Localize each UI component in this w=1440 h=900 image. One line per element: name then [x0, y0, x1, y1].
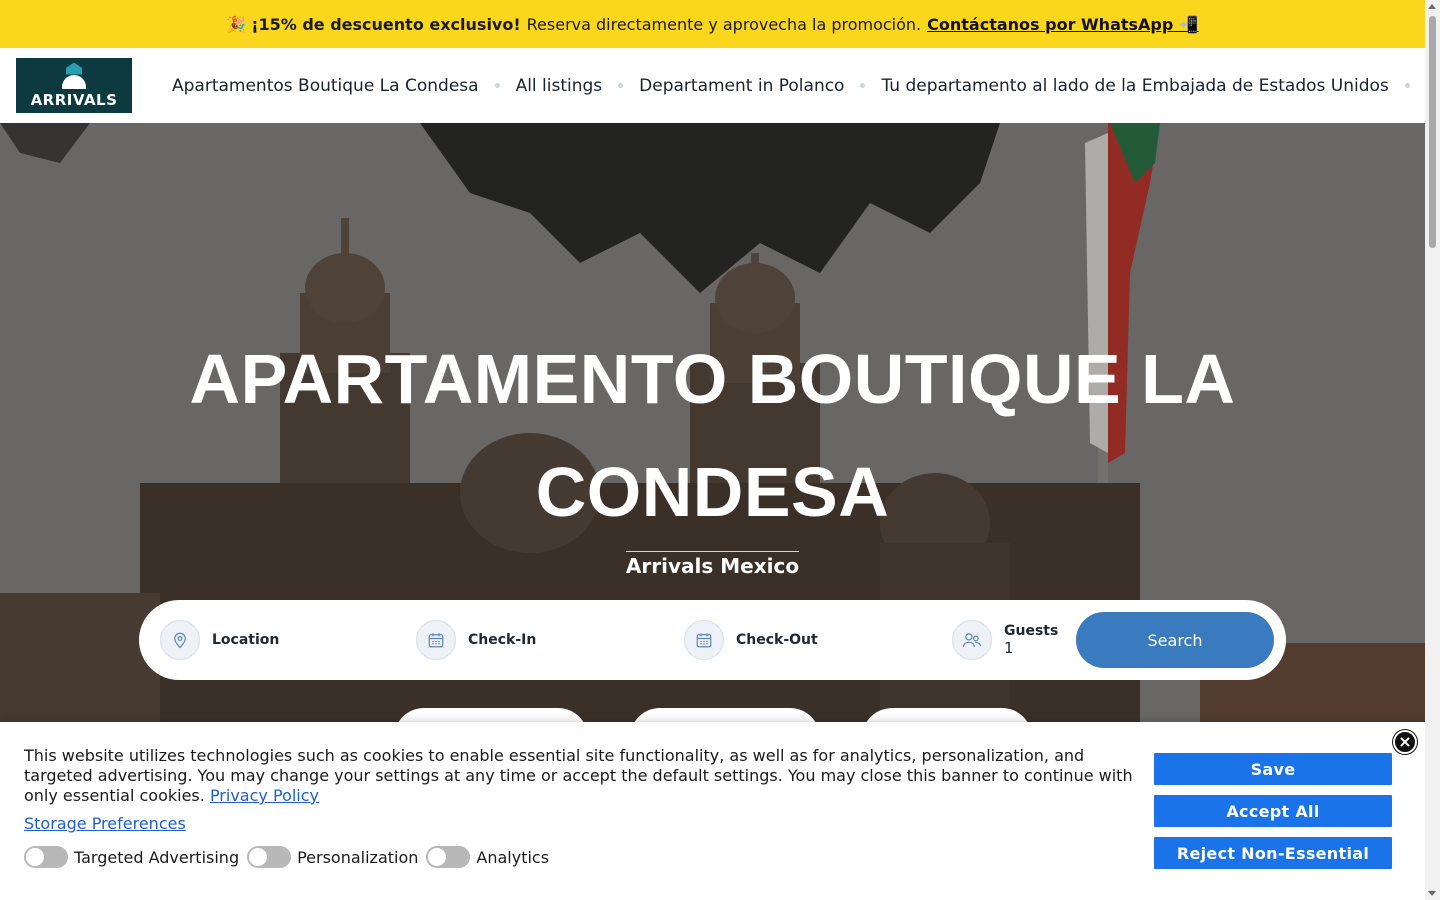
personalization-toggle[interactable]: Personalization: [247, 846, 418, 868]
cookie-text: This website utilizes technologies such …: [24, 746, 1139, 806]
arrivals-logo[interactable]: ARRIVALS: [16, 58, 132, 113]
storage-preferences-link[interactable]: Storage Preferences: [24, 814, 186, 833]
cookie-banner: This website utilizes technologies such …: [0, 722, 1425, 900]
nav-item-polanco[interactable]: Departament in Polanco: [639, 76, 844, 96]
checkout-label: Check-Out: [736, 632, 818, 648]
party-emoji-icon: 🎉: [226, 14, 247, 34]
save-button[interactable]: Save: [1154, 753, 1392, 785]
whatsapp-link-label: Contáctanos por WhatsApp: [927, 14, 1174, 34]
nav-item-all-listings[interactable]: All listings: [516, 76, 603, 96]
calendar-icon: [684, 620, 724, 660]
scroll-up-arrow-icon[interactable]: [1428, 4, 1436, 9]
privacy-policy-link[interactable]: Privacy Policy: [210, 786, 319, 805]
nav-separator: [618, 83, 624, 88]
nav-item-embajada[interactable]: Tu departamento al lado de la Embajada d…: [881, 76, 1388, 96]
promo-banner: 🎉 ¡15% de descuento exclusivo! Reserva d…: [0, 0, 1425, 48]
nav-item-la-condesa[interactable]: Apartamentos Boutique La Condesa: [172, 76, 479, 96]
house-logo-icon: [62, 62, 86, 89]
nav-separator: [494, 83, 500, 88]
hero-title: APARTAMENTO BOUTIQUE LA CONDESA: [189, 340, 1236, 531]
reject-non-essential-button[interactable]: Reject Non-Essential: [1154, 837, 1392, 869]
hero-subtitle: Arrivals Mexico: [625, 551, 800, 578]
hero-subtitle-wrap: Arrivals Mexico: [0, 551, 1425, 578]
scroll-down-arrow-icon[interactable]: [1428, 891, 1436, 896]
phone-emoji-icon: 📲: [1178, 14, 1199, 34]
promo-text: Reserva directamente y aprovecha la prom…: [526, 14, 922, 34]
nav-separator: [1404, 83, 1410, 88]
location-field[interactable]: Location: [160, 620, 279, 660]
toggle-label: Targeted Advertising: [74, 847, 240, 867]
main-nav: Apartamentos Boutique La Condesa All lis…: [172, 48, 1440, 123]
toggle-label: Personalization: [297, 847, 419, 867]
toggle-switch[interactable]: [247, 846, 292, 868]
search-bar: Location Check-In Check-Out Guests 1 Sea…: [139, 600, 1286, 680]
site-header: ARRIVALS Apartamentos Boutique La Condes…: [0, 48, 1440, 123]
close-icon[interactable]: ×: [1393, 730, 1417, 754]
map-pin-icon: [160, 620, 200, 660]
toggle-label: Analytics: [476, 847, 550, 867]
calendar-icon: [416, 620, 456, 660]
whatsapp-link[interactable]: Contáctanos por WhatsApp 📲: [927, 15, 1199, 34]
nav-separator: [860, 83, 866, 88]
accept-all-button[interactable]: Accept All: [1154, 795, 1392, 827]
targeted-advertising-toggle[interactable]: Targeted Advertising: [24, 846, 239, 868]
location-label: Location: [212, 632, 280, 648]
cookie-message: This website utilizes technologies such …: [24, 746, 1133, 805]
checkin-label: Check-In: [468, 632, 537, 648]
guests-label: Guests: [1004, 623, 1059, 639]
scrollbar-thumb[interactable]: [1429, 16, 1436, 248]
guests-value: 1: [1004, 639, 1014, 657]
analytics-toggle[interactable]: Analytics: [426, 846, 549, 868]
search-button[interactable]: Search: [1076, 612, 1274, 668]
checkin-field[interactable]: Check-In: [416, 620, 536, 660]
logo-text: ARRIVALS: [30, 90, 118, 109]
promo-bold-text: ¡15% de descuento exclusivo!: [251, 14, 521, 34]
cookie-toggles: Targeted Advertising Personalization Ana…: [24, 846, 557, 868]
users-icon: [952, 620, 992, 660]
toggle-switch[interactable]: [426, 846, 471, 868]
checkout-field[interactable]: Check-Out: [684, 620, 818, 660]
scrollbar[interactable]: [1425, 0, 1440, 900]
toggle-switch[interactable]: [24, 846, 68, 868]
guests-field[interactable]: Guests 1: [952, 620, 1058, 660]
